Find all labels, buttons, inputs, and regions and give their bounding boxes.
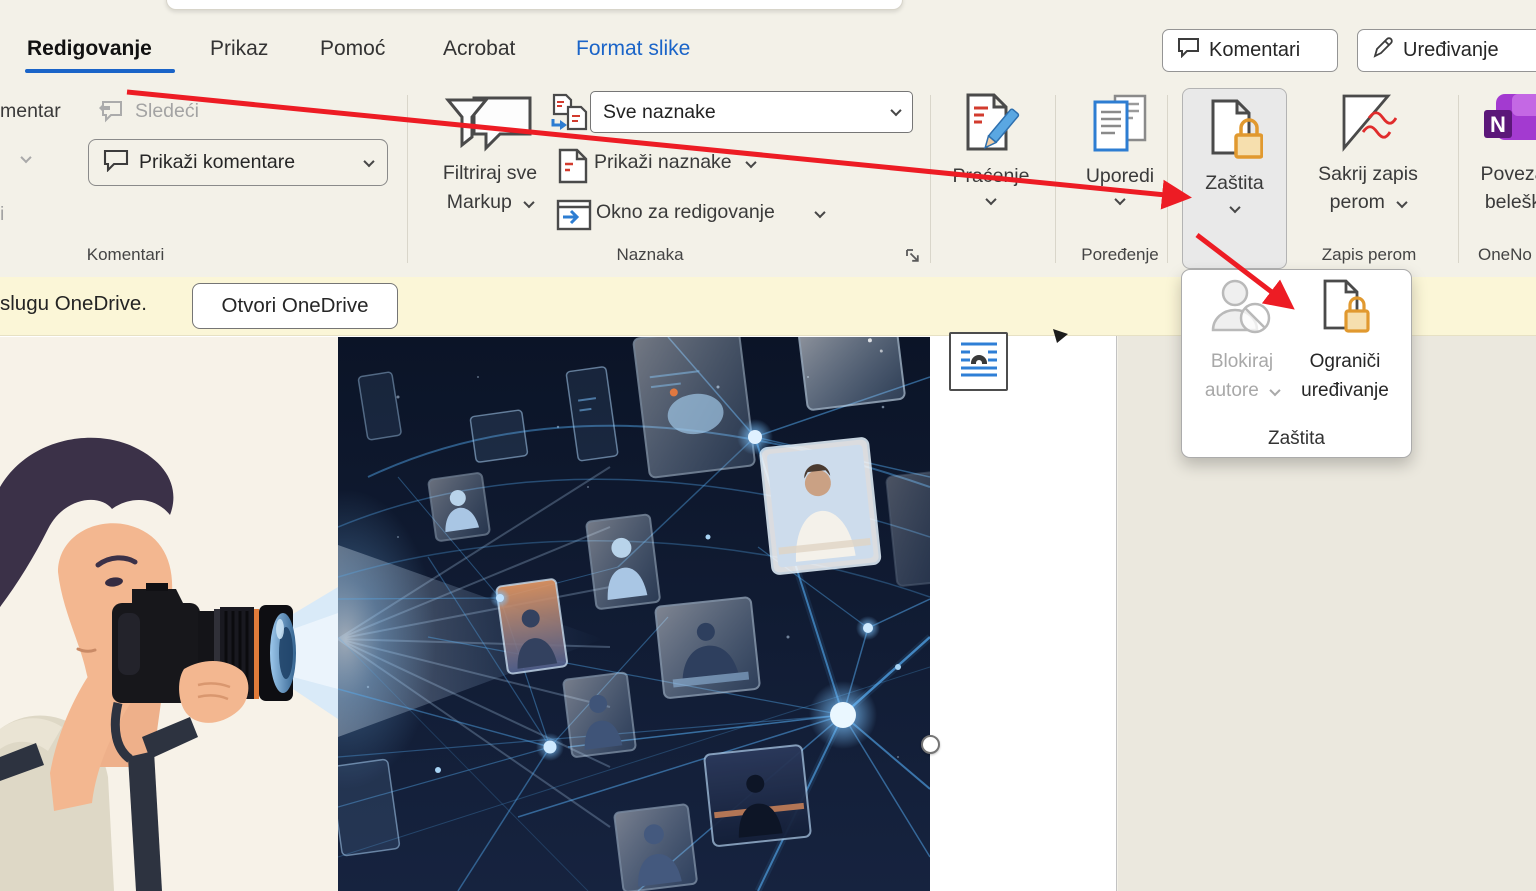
group-separator: [407, 95, 408, 263]
ink-group-label: Zapis perom: [1308, 245, 1430, 265]
new-comment-partial-label[interactable]: mentar: [0, 100, 61, 123]
block-authors-label-line2: autore: [1205, 376, 1279, 405]
layout-options-button[interactable]: [949, 332, 1008, 391]
show-markup-icon[interactable]: [557, 147, 589, 190]
filter-markup-label-line1: Filtriraj sve: [443, 162, 537, 185]
filter-markup-label-line2: Markup: [447, 191, 533, 214]
hide-ink-label-line1: Sakrij zapis: [1318, 163, 1418, 186]
tab-acrobat[interactable]: Acrobat: [443, 37, 515, 61]
show-comments-button[interactable]: Prikaži komentare: [88, 139, 388, 186]
block-authors-icon: [1209, 278, 1275, 341]
tracking-button[interactable]: Praćenje: [941, 92, 1041, 205]
editing-mode-button[interactable]: Uređivanje: [1357, 29, 1536, 72]
compare-label: Uporedi: [1086, 165, 1154, 188]
selection-handle[interactable]: [921, 735, 940, 754]
tab-prikaz[interactable]: Prikaz: [210, 37, 268, 61]
restrict-editing-label-line2: uređivanje: [1301, 376, 1389, 405]
show-comments-label: Prikaži komentare: [139, 151, 295, 174]
restrict-editing-label-line1: Ograniči: [1310, 347, 1381, 376]
compare-button[interactable]: Uporedi: [1072, 92, 1168, 205]
document-image[interactable]: [0, 337, 930, 891]
chevron-down-icon: [745, 157, 756, 168]
cursor-icon: [1050, 327, 1072, 347]
reviewing-pane-icon[interactable]: [556, 197, 592, 238]
chevron-down-icon: [815, 207, 826, 218]
filter-funnel-icon: [444, 94, 536, 163]
copy-markup-icon[interactable]: [551, 93, 589, 138]
doc-lock-icon: [1320, 278, 1370, 341]
word-app-window: Redigovanje Prikaz Pomoć Acrobat Format …: [0, 0, 1536, 891]
svg-text:N: N: [1490, 112, 1506, 137]
block-authors-label-line1: Blokiraj: [1211, 347, 1273, 376]
chevron-down-icon: [985, 194, 996, 205]
next-comment-label[interactable]: Sledeći: [135, 100, 199, 123]
tab-format-slike[interactable]: Format slike: [576, 37, 690, 61]
comments-button-label: Komentari: [1209, 39, 1300, 62]
doc-lock-icon: [1207, 98, 1263, 169]
protect-button[interactable]: Zaštita: [1182, 88, 1287, 269]
comments-button[interactable]: Komentari: [1162, 29, 1338, 72]
editing-button-label: Uređivanje: [1403, 39, 1499, 62]
dialog-launcher-icon[interactable]: [904, 247, 921, 269]
tab-pomoc[interactable]: Pomoć: [320, 37, 385, 61]
hide-ink-icon: [1339, 92, 1397, 161]
markup-group-label: Naznaka: [600, 245, 700, 265]
chevron-down-icon: [524, 197, 535, 208]
show-markup-button[interactable]: Prikaži naznake: [594, 151, 755, 174]
group-separator: [1458, 95, 1459, 263]
chevron-down-icon: [363, 155, 374, 166]
chevron-down-icon: [1114, 194, 1125, 205]
onenote-icon: N: [1482, 92, 1536, 161]
comment-bubble-icon: [1177, 37, 1200, 64]
chevron-down-icon[interactable]: [20, 152, 31, 163]
markup-select-value: Sve naznake: [603, 101, 716, 124]
onenote-group-label: OneNo: [1478, 245, 1536, 265]
chevron-down-icon: [1397, 197, 1408, 208]
linked-notes-label-line2: belešk: [1485, 191, 1536, 214]
hide-ink-label-line2: perom: [1330, 191, 1407, 214]
menu-item-restrict-editing[interactable]: Ograniči uređivanje: [1294, 278, 1396, 405]
filter-markup-button[interactable]: Filtriraj sve Markup: [420, 162, 560, 214]
protect-dropdown-menu: Blokiraj autore Ograniči uređivanje Zašt…: [1181, 269, 1412, 458]
linked-notes-button[interactable]: N Poveza belešk: [1478, 92, 1536, 214]
chevron-down-icon: [890, 105, 901, 116]
protect-label: Zaštita: [1205, 172, 1264, 195]
chevron-down-icon: [1269, 385, 1280, 396]
protect-menu-footer-label: Zaštita: [1182, 428, 1411, 450]
tracking-label: Praćenje: [953, 165, 1030, 188]
group-separator: [1167, 95, 1168, 263]
next-comment-icon[interactable]: [96, 99, 126, 130]
linked-notes-label-line1: Poveza: [1480, 163, 1536, 186]
group-separator: [930, 95, 931, 263]
reviewing-pane-label: Okno za redigovanje: [596, 201, 775, 223]
menu-item-block-authors[interactable]: Blokiraj autore: [1200, 278, 1284, 405]
pencil-icon: [1372, 37, 1394, 65]
compare-docs-icon: [1091, 92, 1149, 163]
hide-ink-button[interactable]: Sakrij zapis perom: [1302, 92, 1434, 214]
comments-group-label: Komentari: [78, 245, 173, 265]
layout-options-icon: [958, 338, 1000, 385]
photographer-illustration: [0, 337, 338, 891]
search-box[interactable]: [166, 0, 903, 10]
active-tab-underline: [25, 69, 175, 73]
reviewing-pane-button[interactable]: Okno za redigovanje: [596, 201, 824, 224]
network-illustration: [338, 337, 930, 891]
group-separator: [1055, 95, 1056, 263]
show-markup-label: Prikaži naznake: [594, 151, 732, 173]
chevron-down-icon: [1229, 202, 1240, 213]
tab-redigovanje[interactable]: Redigovanje: [27, 37, 152, 61]
previous-partial-label[interactable]: i: [0, 203, 4, 226]
markup-display-select[interactable]: Sve naznake: [590, 91, 913, 133]
compare-group-label: Poređenje: [1072, 245, 1168, 265]
tracking-doc-pencil-icon: [962, 92, 1020, 163]
comment-bubble-icon: [103, 149, 129, 177]
notification-message: slugu OneDrive.: [0, 292, 147, 316]
open-onedrive-button[interactable]: Otvori OneDrive: [192, 283, 398, 329]
